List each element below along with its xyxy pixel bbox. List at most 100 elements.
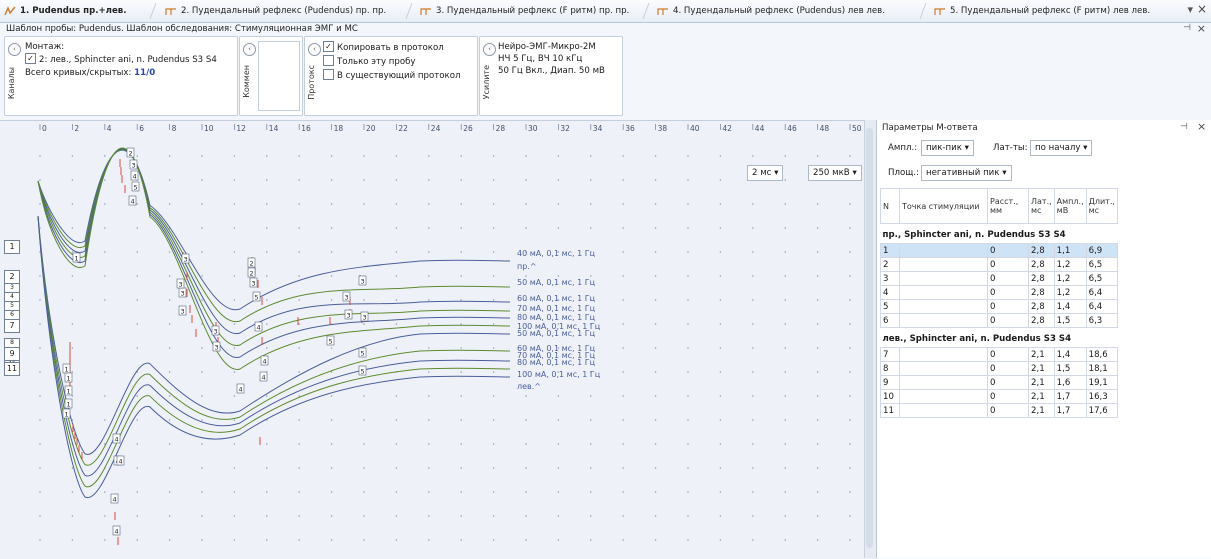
channel-button-9[interactable]: 9 [4, 347, 20, 361]
grid-dot [590, 395, 592, 397]
grid-dot [654, 419, 657, 421]
table-cell: 16,3 [1085, 389, 1118, 404]
grid-dot [590, 515, 592, 517]
collapse-icon[interactable]: ‹ [483, 43, 496, 56]
col-header-dur[interactable]: Длит., мс [1085, 188, 1118, 224]
table-row[interactable]: 1 0 2,8 1,1 6,9 [880, 243, 1118, 258]
checkbox[interactable]: ✓ [25, 53, 36, 64]
amp-scale-select[interactable]: 250 мкВ ▾ [808, 165, 862, 181]
checkbox[interactable]: ✓ [323, 41, 334, 52]
comment-textarea[interactable] [258, 41, 300, 111]
grid-dot [201, 251, 203, 253]
emg-trace [37, 149, 511, 322]
grid-dot [168, 251, 171, 253]
grid-dot [719, 491, 722, 493]
grid-dot [168, 323, 171, 325]
tab-4[interactable]: 4. Пудендальный рефлекс (Pudendus) лев л… [657, 3, 885, 19]
table-row[interactable]: 10 0 2,1 1,7 16,3 [880, 389, 1118, 404]
channel-button-7[interactable]: 7 [4, 319, 20, 333]
table-row[interactable]: 6 0 2,8 1,5 6,3 [880, 313, 1118, 328]
time-tick-label: 0 [42, 124, 47, 133]
checkbox[interactable] [323, 55, 334, 66]
close-icon[interactable]: × [1197, 22, 1206, 35]
copy-to-protocol-checkbox[interactable]: ✓ Копировать в протокол [323, 41, 444, 53]
channel-button-1[interactable]: 1 [4, 240, 20, 254]
time-tick-label: 6 [139, 124, 144, 133]
collapse-icon[interactable]: ‹ [8, 43, 21, 56]
grid-dot [395, 395, 398, 397]
grid-dot [266, 443, 268, 445]
channel-button-2[interactable]: 2 [4, 270, 20, 284]
tab-5[interactable]: 5. Пудендальный рефлекс (F ритм) лев лев… [934, 3, 1150, 19]
tab-2[interactable]: 2. Пудендальный рефлекс (Pudendus) пр. п… [165, 3, 386, 19]
grid-dot [298, 515, 301, 517]
grid-dot [752, 347, 754, 349]
collapse-icon[interactable]: ‹ [308, 43, 321, 56]
col-header-dist[interactable]: Расст., мм [987, 188, 1029, 224]
grid-dot [525, 515, 527, 517]
grid-dot [104, 251, 106, 253]
marker-number: 1 [67, 375, 71, 383]
pin-icon[interactable]: ⊣ [1183, 23, 1191, 33]
checkbox[interactable] [323, 69, 334, 80]
curve-label: лев.^ [517, 382, 541, 391]
table-row[interactable]: 7 0 2,1 1,4 18,6 [880, 347, 1118, 362]
col-header-point[interactable]: Точка стимуляции [899, 188, 988, 224]
tab-3[interactable]: 3. Пудендальный рефлекс (F ритм) пр. пр. [420, 3, 629, 19]
table-row[interactable]: 8 0 2,1 1,5 18,1 [880, 361, 1118, 376]
only-this-checkbox[interactable]: Только эту пробу [323, 55, 416, 67]
existing-protocol-checkbox[interactable]: В существующий протокол [323, 69, 460, 81]
grid-dot [104, 419, 106, 421]
table-cell: 19,1 [1085, 375, 1118, 390]
grid-dot [784, 323, 786, 325]
grid-dot [39, 443, 41, 445]
table-row[interactable]: 4 0 2,8 1,2 6,4 [880, 285, 1118, 300]
marker-number: 1 [65, 411, 69, 419]
grid-dot [71, 323, 74, 325]
montage-item[interactable]: ✓ 2: лев., Sphincter ani, n. Pudendus S3 … [25, 53, 217, 65]
grid-dot [233, 299, 236, 301]
ampl-select[interactable]: пик-пик ▾ [921, 140, 974, 156]
tab-menu-icon[interactable]: ▾ [1187, 3, 1193, 16]
lat-select[interactable]: по началу ▾ [1030, 140, 1093, 156]
table-row[interactable]: 9 0 2,1 1,6 19,1 [880, 375, 1118, 390]
close-icon[interactable]: × [1197, 2, 1207, 16]
close-icon[interactable]: × [1197, 120, 1206, 133]
channel-button-11[interactable]: 11 [4, 362, 20, 376]
grid-dot [428, 515, 430, 517]
marker-number: 3 [181, 308, 185, 316]
scrollbar-thumb[interactable] [866, 128, 873, 548]
grid-dot [816, 443, 819, 445]
area-select[interactable]: негативный пик ▾ [921, 165, 1012, 181]
marker-number: 3 [361, 278, 365, 286]
grid-dot [784, 227, 786, 229]
tab-1[interactable]: 1. Pudendus пр.+лев. [4, 3, 127, 19]
table-row[interactable]: 2 0 2,8 1,2 6,5 [880, 257, 1118, 272]
emg-chart[interactable]: 0 2 4 6 8 10 12 14 16 18 20 22 24 26 28 30 32 34 36 38 40 42 4… [0, 120, 875, 559]
grid-dot [719, 419, 722, 421]
grid-dot [849, 515, 851, 517]
marker-number: 5 [134, 184, 138, 192]
grid-dot [363, 419, 365, 421]
grid-dot [71, 155, 74, 157]
grid-dot [298, 467, 301, 469]
col-header-n[interactable]: N [880, 188, 900, 224]
collapse-icon[interactable]: ‹ [243, 43, 256, 56]
montage-item-label: 2: лев., Sphincter ani, n. Pudendus S3 S… [39, 55, 217, 65]
table-row[interactable]: 5 0 2,8 1,4 6,4 [880, 299, 1118, 314]
pin-icon[interactable]: ⊣ [1180, 122, 1188, 132]
time-scale-select[interactable]: 2 мс ▾ [747, 165, 784, 181]
col-header-ampl[interactable]: Ампл., мВ [1053, 188, 1087, 224]
grid-dot [395, 515, 398, 517]
emg-traces-svg[interactable]: 0 2 4 6 8 10 12 14 16 18 20 22 24 26 28 30 32 34 36 38 40 42 4… [0, 121, 864, 559]
table-row[interactable]: 11 0 2,1 1,7 17,6 [880, 403, 1118, 418]
grid-dot [492, 227, 495, 229]
grid-dot [136, 155, 138, 157]
table-cell: 2,8 [1028, 257, 1055, 272]
table-cell: 1,4 [1053, 299, 1087, 314]
col-header-lat[interactable]: Лат., мс [1028, 188, 1055, 224]
grid-dot [719, 155, 722, 157]
grid-dot [622, 227, 624, 229]
table-row[interactable]: 3 0 2,8 1,2 6,5 [880, 271, 1118, 286]
grid-dot [654, 227, 657, 229]
